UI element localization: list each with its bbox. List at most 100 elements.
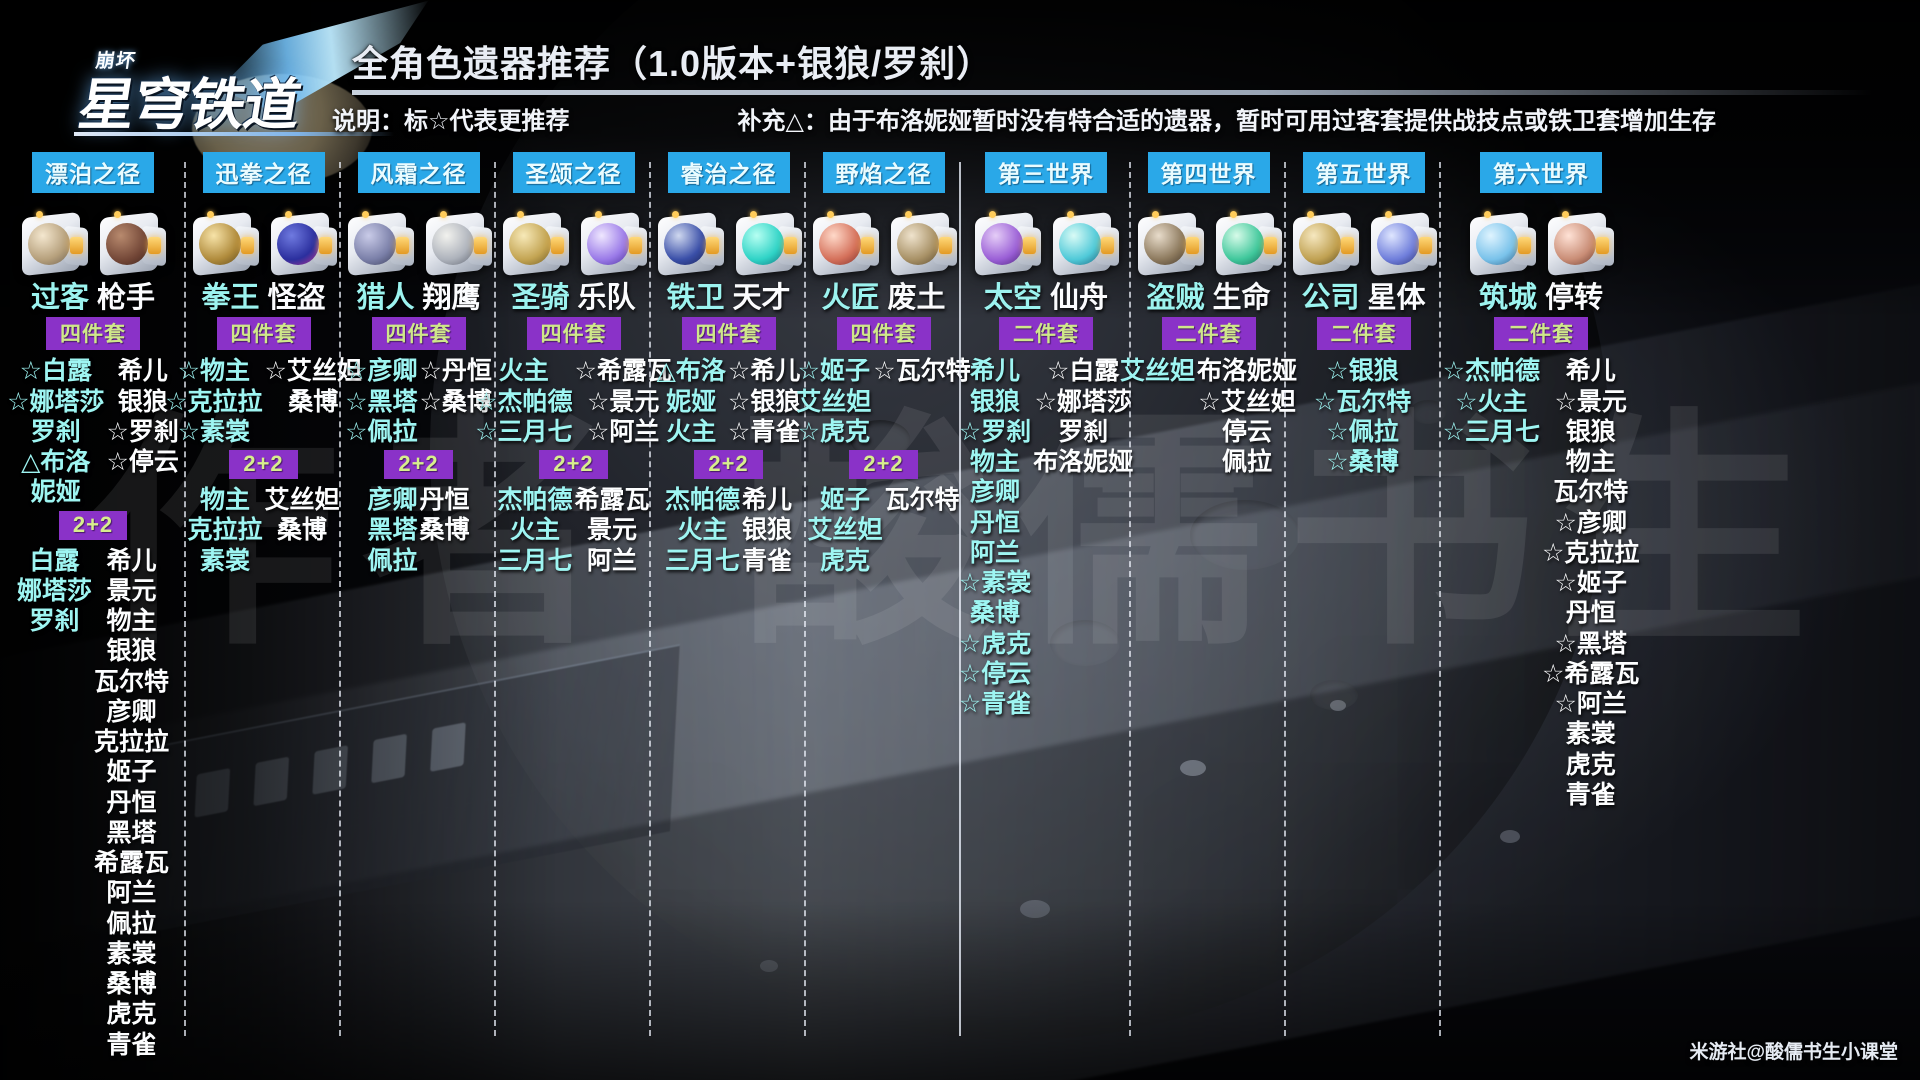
character-name: 希儿 (117, 357, 168, 386)
character-name: 火主 (498, 357, 549, 386)
column-header: 圣颂之径 (496, 152, 651, 193)
column-title-badge: 迅拳之径 (202, 152, 325, 193)
set-piece-badge: 四件套 (836, 317, 931, 351)
character-lists: ☆彦卿 ☆黑塔 ☆佩拉 ☆丹恒 ☆桑博 (341, 356, 496, 447)
character-name: 妮娅 (666, 387, 717, 416)
character-lists: 姬子 艾丝妲 虎克 瓦尔特 (806, 485, 961, 576)
character-name: 希儿 (1565, 357, 1616, 386)
character-name: ☆桑博 (1326, 448, 1399, 477)
character-list-left: 物主 克拉拉 素裳 (187, 485, 262, 576)
character-name: ☆三月七 (1442, 417, 1540, 446)
column-title-badge: 睿治之径 (667, 152, 790, 193)
character-name: 银狼 (106, 637, 157, 666)
character-lists: 白露 娜塔莎 罗刹 希儿 景元 物主 银狼 瓦尔特 彦卿 克拉拉 姬子 丹恒 黑塔 希露瓦 阿兰 佩拉 素裳 桑博… (0, 546, 186, 1060)
character-name: ☆彦卿 (345, 357, 418, 386)
set-piece-badge: 四件套 (526, 317, 621, 351)
character-name: 桑博 (106, 970, 157, 999)
character-lists: ☆银狼 ☆瓦尔特 ☆佩拉 ☆桑博 (1286, 356, 1441, 477)
character-list-right: 瓦尔特 (885, 485, 960, 576)
character-name: ☆虎克 (797, 417, 870, 446)
relic-set-name: 乐队 (577, 282, 636, 314)
character-name: 丹恒 (106, 788, 157, 817)
character-name: 阿兰 (587, 546, 638, 575)
relic-set-name: 火匠 (821, 282, 880, 314)
character-lists: ☆物主 ☆克拉拉 ☆素裳 ☆艾丝妲 桑博 (165, 356, 362, 447)
relic-set-name: 公司 (1301, 282, 1360, 314)
relic-life-icon (1212, 209, 1284, 281)
set-badge-row: 四件套 (341, 317, 496, 351)
relic-genius-icon (732, 209, 804, 281)
character-lists: 希儿 银狼 ☆罗刹 物主 彦卿 丹恒 阿兰 ☆素裳 桑博 ☆虎克 ☆停云 ☆青雀 ☆白露 ☆娜塔莎 罗刹 布洛… (958, 356, 1133, 719)
column-title-badge: 圣颂之径 (512, 152, 635, 193)
column-title-badge: 第五世界 (1302, 152, 1425, 193)
relic-set-name: 天才 (732, 282, 791, 314)
relic-set-name: 铁卫 (666, 282, 725, 314)
set-badge-row: 四件套 (806, 317, 961, 351)
relic-gunslinger-icon (96, 209, 168, 281)
character-list-left: ☆姬子 艾丝妲 ☆虎克 (796, 356, 871, 447)
relic-set-name: 枪手 (97, 282, 156, 314)
relic-set-name: 过客 (30, 282, 89, 314)
relic-icons (496, 205, 651, 281)
relic-band-icon (577, 209, 649, 281)
relic-set-names: 猎人 翔鹰 (341, 282, 496, 314)
column-title-badge: 第四世界 (1147, 152, 1270, 193)
relic-set-name: 太空 (983, 282, 1042, 314)
character-name: ☆杰帕德 (475, 387, 573, 416)
set-badge-row: 四件套 (496, 317, 651, 351)
character-name: 阿兰 (106, 879, 157, 908)
character-name: 彦卿 (106, 697, 157, 726)
relic-set-names: 筑城 停转 (1441, 282, 1641, 314)
character-name: ☆阿兰 (1554, 690, 1627, 719)
character-name: ☆希儿 (727, 357, 801, 386)
character-name: 杰帕德 (497, 486, 573, 515)
relic-column: 圣颂之径 圣骑 乐队 四件套 火主 ☆杰帕德 ☆三月七 ☆希露瓦 ☆景元 ☆阿兰 2+2 杰帕德 火主三… (475, 148, 672, 1058)
relic-icons (0, 205, 186, 281)
character-name: ☆青雀 (727, 417, 801, 446)
column-header: 迅拳之径 (186, 152, 341, 193)
character-list-right: ☆希儿 ☆银狼 ☆青雀 (728, 356, 800, 447)
character-name: 青雀 (1565, 780, 1616, 809)
set-badge-row: 四件套 (651, 317, 806, 351)
logo-title: 星穹铁道 (74, 73, 305, 136)
character-name: 火主 (677, 516, 728, 545)
character-name: 罗刹 (1058, 417, 1109, 446)
set-piece-badge: 二件套 (1161, 317, 1256, 351)
character-name: 素裳 (106, 939, 157, 968)
character-list-left: ☆银狼 ☆瓦尔特 ☆佩拉 ☆桑博 (1314, 356, 1411, 477)
set-badge-row: 二件套 (1131, 317, 1286, 351)
character-list-left: 火主 ☆杰帕德 ☆三月七 (475, 356, 572, 447)
character-lists: 杰帕德 火主 三月七 希儿 银狼 青雀 (651, 485, 806, 576)
character-name: 瓦尔特 (94, 667, 170, 696)
character-name: 丹恒 (419, 486, 470, 515)
character-name: ☆瓦尔特 (873, 357, 971, 386)
character-name: ☆娜塔莎 (7, 387, 105, 416)
relic-column: 睿治之径 铁卫 天才 四件套 △布洛 妮娅 火主 ☆希儿 ☆银狼 ☆青雀 2+2 杰帕德 火主 三月七 希儿… (651, 148, 806, 1058)
author-credit: 米游社@酸儒书生小课堂 (1689, 1042, 1898, 1063)
relic-columns-grid: 漂泊之径 过客 枪手 四件套 ☆白露 ☆娜塔莎 罗刹 △布洛 妮娅 希儿 银狼 ☆罗刹 ☆停云 2+2 白露… (0, 148, 1920, 1060)
set-piece-badge: 2+2 (694, 450, 763, 480)
relic-hunter-icon (344, 209, 416, 281)
character-list-right: 艾丝妲 桑博 (265, 485, 340, 576)
character-lists: ☆杰帕德 ☆火主 ☆三月七 希儿 ☆景元 银狼 物主 瓦尔特 ☆彦卿 ☆克拉拉 ☆姬子 丹恒 ☆黑塔 ☆希… (1441, 356, 1641, 810)
character-name: ☆停云 (958, 659, 1032, 688)
relic-set-name: 圣骑 (511, 282, 570, 314)
character-name: 克拉拉 (187, 516, 263, 545)
relic-column: 野焰之径 火匠 废土 四件套 ☆姬子 艾丝妲 ☆虎克 ☆瓦尔特 2+2 姬子 艾丝妲 虎克 瓦尔特 (796, 148, 971, 1058)
set-badge-row: 四件套 (186, 317, 341, 351)
character-name: 姬子 (106, 758, 157, 787)
character-name: ☆景元 (1554, 387, 1627, 416)
set-piece-badge: 2+2 (539, 450, 608, 480)
column-header: 睿治之径 (651, 152, 806, 193)
character-name: 黑塔 (106, 818, 157, 847)
column-header: 漂泊之径 (0, 152, 186, 193)
character-list-left: 白露 娜塔莎 罗刹 (17, 546, 92, 1060)
character-name: 希露瓦 (574, 486, 650, 515)
relic-icons (961, 205, 1131, 281)
character-name: 物主 (1565, 448, 1616, 477)
set-badge-row: 二件套 (1441, 317, 1641, 351)
character-list-right: 希儿 景元 物主 银狼 瓦尔特 彦卿 克拉拉 姬子 丹恒 黑塔 希露瓦 阿兰 佩拉 素裳 桑博 虎克 青雀 (94, 546, 169, 1060)
character-name: 虎克 (1565, 750, 1616, 779)
relic-icons (186, 205, 341, 281)
character-name: △布洛 (21, 448, 91, 477)
